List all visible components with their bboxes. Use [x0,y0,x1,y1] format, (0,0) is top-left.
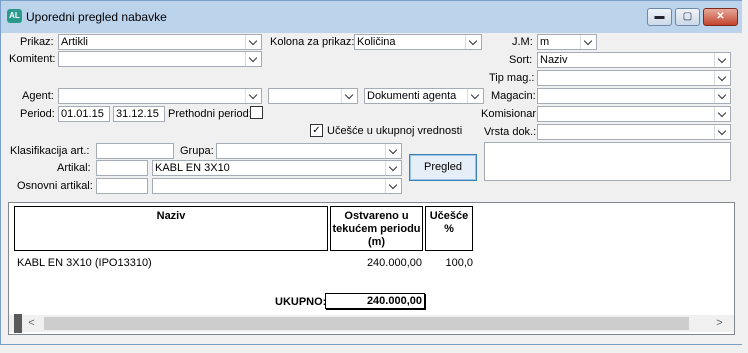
chevron-down-icon[interactable] [385,179,401,193]
chevron-down-icon[interactable] [714,53,730,67]
vrsta-dok-select[interactable] [537,124,731,140]
agent-select-2[interactable] [268,88,358,104]
sort-select[interactable]: Naziv [537,52,731,68]
prethodni-period-checkbox[interactable] [250,106,263,119]
magacin-select[interactable] [537,88,731,104]
chevron-down-icon[interactable] [245,52,261,66]
jm-value: m [540,36,550,48]
vrsta-dok-label: Vrsta dok.: [484,126,537,138]
dokumenti-agenta-value: Dokumenti agenta [367,90,457,102]
prethodni-period-label: Prethodni period: [168,108,252,120]
prikaz-value: Artikli [61,36,88,48]
maximize-button[interactable]: ▢ [675,8,700,26]
pregled-button[interactable]: Pregled [409,154,477,181]
scroll-thumb[interactable] [44,317,689,330]
chevron-down-icon[interactable] [714,107,730,121]
tip-mag-select[interactable] [537,70,731,86]
chevron-down-icon[interactable] [385,161,401,175]
right-edge [742,0,748,353]
bottom-edge [0,345,748,353]
column-header-ostvareno[interactable]: Ostvareno u tekućem periodu (m) [330,206,423,251]
column-header-naziv[interactable]: Naziv [14,206,328,251]
kolona-za-prikaz-select[interactable]: Količina [354,34,482,50]
total-label: UKUPNO: [275,296,327,308]
chevron-down-icon[interactable] [714,71,730,85]
chevron-down-icon[interactable] [385,144,401,158]
grupa-select[interactable] [216,143,402,159]
chevron-down-icon[interactable] [465,35,481,49]
vrsta-dok-list[interactable] [484,142,731,181]
close-icon: ✕ [716,11,725,22]
total-value: 240.000,00 [325,293,425,309]
window-title: Uporedni pregled nabavke [26,10,167,24]
close-button[interactable]: ✕ [703,8,738,26]
chevron-down-icon[interactable] [245,89,261,103]
sort-value: Naziv [540,54,568,66]
period-to-field[interactable]: 31.12.15 [113,106,165,122]
agent-label: Agent: [22,90,54,102]
osnovni-artikal-select[interactable] [152,178,402,194]
column-header-ucesce[interactable]: Učešće % [425,206,473,251]
row-ostvareno: 240.000,00 [366,257,422,269]
artikal-select[interactable]: KABL EN 3X10 [152,160,402,176]
ucesce-checkbox[interactable]: ✓ [310,124,323,137]
artikal-code-field[interactable] [96,160,148,176]
tip-mag-label: Tip mag.: [489,72,535,84]
osnovni-artikal-code-field[interactable] [96,178,148,194]
minimize-button[interactable]: ▬ [647,8,672,26]
jm-select[interactable]: m [537,34,597,50]
magacin-label: Magacin: [491,90,536,102]
row-ucesce: 100,0 [445,257,473,269]
sort-label: Sort: [509,54,533,66]
prikaz-select[interactable]: Artikli [58,34,262,50]
komitent-select[interactable] [58,51,262,67]
prikaz-label: Prikaz: [20,36,54,48]
grupa-label: Grupa: [180,145,214,157]
jm-label: J.M: [512,36,533,48]
row-marker [14,314,22,333]
artikal-label: Artikal: [57,162,91,174]
chevron-down-icon[interactable] [580,35,596,49]
osnovni-artikal-label: Osnovni artikal: [17,180,93,192]
agent-select[interactable] [58,88,262,104]
kolona-za-prikaz-value: Količina [357,36,396,48]
horizontal-scrollbar[interactable]: < > [9,315,734,332]
chevron-down-icon[interactable] [245,35,261,49]
komisionar-select[interactable] [537,106,731,122]
period-from-field[interactable]: 01.01.15 [58,106,110,122]
artikal-value: KABL EN 3X10 [155,162,230,174]
chevron-down-icon[interactable] [341,89,357,103]
chevron-down-icon[interactable] [714,125,730,139]
maximize-icon: ▢ [682,11,693,22]
scroll-left-icon[interactable]: < [23,315,40,332]
row-naziv: KABL EN 3X10 (IPO13310) [17,257,152,269]
komitent-label: Komitent: [9,53,56,65]
komisionar-label: Komisionar: [481,108,540,120]
app-icon: AL [7,9,22,23]
klasifikacija-field[interactable] [96,143,174,159]
chevron-down-icon[interactable] [467,89,483,103]
klasifikacija-label: Klasifikacija art.: [10,145,90,157]
minimize-icon: ▬ [654,11,665,22]
dokumenti-agenta-select[interactable]: Dokumenti agenta [364,88,484,104]
scroll-right-icon[interactable]: > [711,315,728,332]
checkmark-icon: ✓ [312,125,321,136]
ucesce-label: Učešće u ukupnoj vrednosti [327,125,463,137]
kolona-za-prikaz-label: Kolona za prikaz: [270,36,355,48]
period-label: Period: [20,108,55,120]
chevron-down-icon[interactable] [714,89,730,103]
